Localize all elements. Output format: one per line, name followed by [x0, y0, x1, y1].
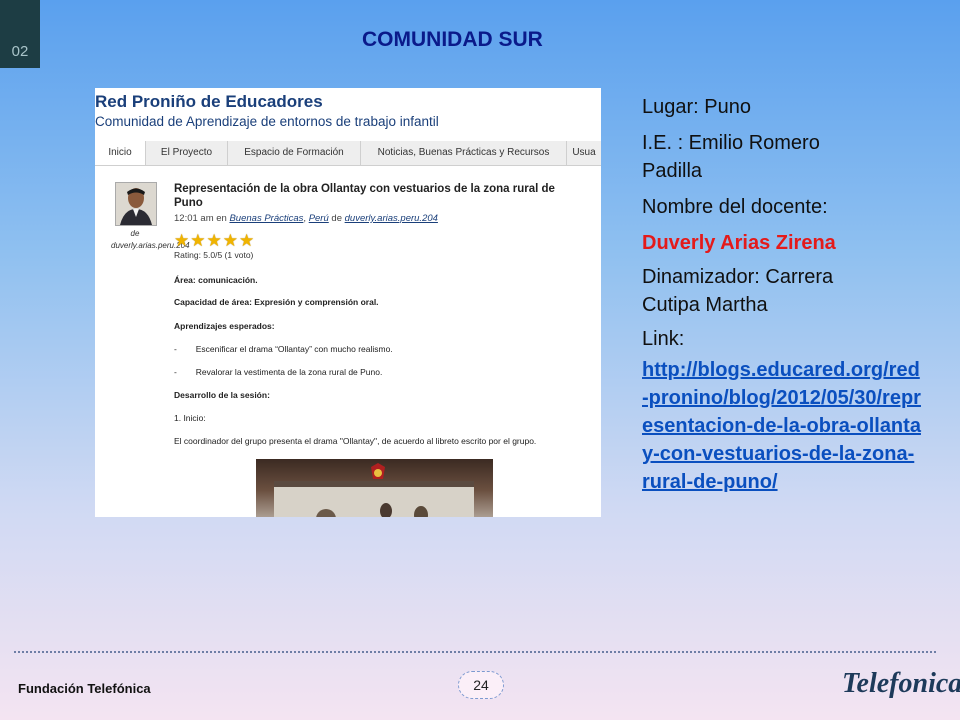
tab-el-proyecto[interactable]: El Proyecto — [146, 141, 228, 165]
post-author-link[interactable]: duverly.arias.peru.204 — [345, 213, 438, 224]
post-category-link[interactable]: Buenas Prácticas — [229, 213, 303, 224]
blog-post-link[interactable]: http://blogs.educared.org/red-pronino/bl… — [642, 356, 922, 496]
post-by: de — [331, 213, 342, 224]
blog-name: Red Proniño de Educadores — [95, 92, 323, 111]
slide-number: 02 — [11, 43, 29, 60]
dinamizador-line1: Dinamizador: Carrera — [642, 266, 834, 288]
avatar-image — [116, 183, 156, 225]
post-country-link[interactable]: Perú — [309, 213, 329, 224]
page-number: 24 — [458, 671, 504, 699]
post-line-bullet-2: - Revalorar la vestimenta de la zona rur… — [174, 367, 383, 377]
star-icon[interactable]: ★ — [239, 232, 254, 249]
logo-text: Telefonica — [842, 668, 960, 699]
post-line-area: Área: comunicación. — [174, 275, 258, 285]
post-photo — [256, 459, 493, 517]
post-line-inicio: 1. Inicio: — [174, 413, 206, 423]
rating-stars[interactable]: ★ ★ ★ ★ ★ — [174, 232, 254, 249]
docente-label: Nombre del docente: — [642, 196, 828, 218]
post-line-capacidad: Capacidad de área: Expresión y comprensi… — [174, 297, 379, 307]
blog-subtitle: Comunidad de Aprendizaje de entornos de … — [95, 114, 439, 129]
author-avatar[interactable] — [115, 182, 157, 226]
link-label: Link: — [642, 328, 685, 350]
post-meta: 12:01 am en Buenas Prácticas, Perú de du… — [174, 213, 438, 224]
tab-inicio[interactable]: Inicio — [95, 141, 146, 165]
post-line-aprendizajes: Aprendizajes esperados: — [174, 321, 275, 331]
dinamizador-line2: Cutipa Martha — [642, 294, 768, 316]
blog-screenshot: Red Proniño de Educadores Comunidad de A… — [95, 88, 601, 517]
post-title[interactable]: Representación de la obra Ollantay con v… — [174, 182, 574, 210]
docente-name: Duverly Arias Zirena — [642, 232, 836, 254]
star-icon[interactable]: ★ — [207, 232, 222, 249]
post-line-desarrollo: Desarrollo de la sesión: — [174, 390, 270, 400]
tab-espacio-formacion[interactable]: Espacio de Formación — [228, 141, 361, 165]
tab-noticias[interactable]: Noticias, Buenas Prácticas y Recursos — [361, 141, 567, 165]
telefonica-logo: Telefonica — [842, 668, 960, 700]
ie-text-line2: Padilla — [642, 160, 703, 182]
tab-usuarios[interactable]: Usua — [567, 141, 601, 165]
star-icon[interactable]: ★ — [174, 232, 189, 249]
star-icon[interactable]: ★ — [190, 232, 205, 249]
post-line-bullet-1: - Escenificar el drama “Ollantay” con mu… — [174, 344, 393, 354]
page-number-text: 24 — [473, 677, 489, 693]
lugar-text: Lugar: Puno — [642, 96, 751, 118]
author-caption: de duverly.arias.peru.204 — [111, 229, 190, 250]
post-line-coordinador: El coordinador del grupo presenta el dra… — [174, 436, 537, 446]
rating-text: Rating: 5.0/5 (1 voto) — [174, 250, 254, 260]
star-icon[interactable]: ★ — [223, 232, 238, 249]
slide-title: COMUNIDAD SUR — [362, 28, 543, 51]
ie-text-line1: I.E. : Emilio Romero — [642, 132, 820, 154]
post-time: 12:01 am en — [174, 213, 227, 224]
photo-image — [274, 463, 474, 517]
footer-divider — [14, 651, 936, 653]
footer-org: Fundación Telefónica — [18, 681, 151, 696]
blog-navbar: Inicio El Proyecto Espacio de Formación … — [95, 141, 601, 166]
slide-number-box: 02 — [0, 0, 40, 68]
